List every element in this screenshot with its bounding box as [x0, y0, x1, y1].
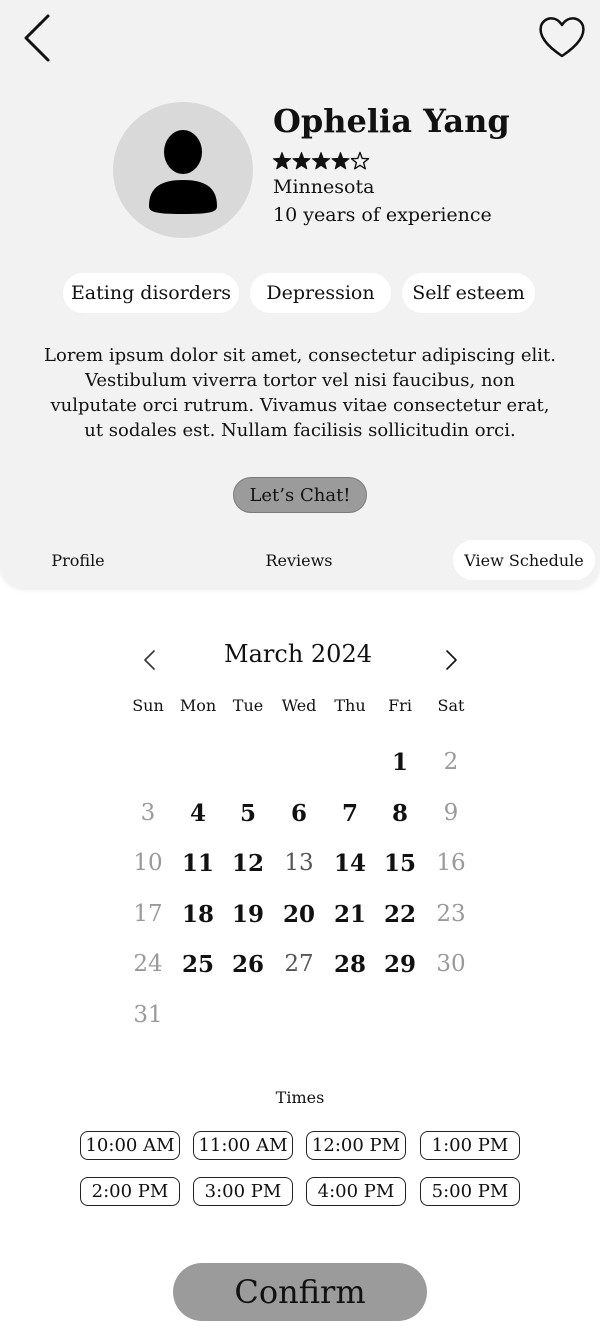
- avatar: [113, 102, 253, 238]
- tab-view-schedule[interactable]: View Schedule: [453, 540, 595, 580]
- time-slot-10-00-am[interactable]: 10:00 AM: [80, 1131, 180, 1160]
- calendar-day-18[interactable]: 18: [173, 894, 223, 934]
- time-slot-2-00-pm[interactable]: 2:00 PM: [80, 1177, 180, 1206]
- heart-outline-icon: [539, 17, 585, 58]
- therapist-name: Ophelia Yang: [273, 102, 510, 140]
- times-label: Times: [275, 1088, 325, 1107]
- chevron-left-icon: [144, 650, 155, 670]
- calendar-day-16: 16: [436, 850, 466, 876]
- calendar-day-2: 2: [443, 749, 459, 775]
- back-button[interactable]: [20, 12, 60, 64]
- star-filled-icon: [273, 152, 292, 170]
- time-slot-5-00-pm[interactable]: 5:00 PM: [420, 1177, 520, 1206]
- calendar-day-27: 27: [284, 951, 314, 977]
- calendar-day-8[interactable]: 8: [375, 793, 425, 833]
- calendar-day-22[interactable]: 22: [375, 894, 425, 934]
- weekday-label-mon: Mon: [179, 696, 217, 715]
- chevron-left-icon: [24, 14, 50, 62]
- calendar-day-7[interactable]: 7: [325, 793, 375, 833]
- calendar-day-17: 17: [133, 901, 163, 927]
- calendar-day-4[interactable]: 4: [173, 793, 223, 833]
- time-slot-11-00-am[interactable]: 11:00 AM: [193, 1131, 293, 1160]
- calendar-day-13: 13: [284, 850, 314, 876]
- weekday-label-wed: Wed: [281, 696, 317, 715]
- star-filled-icon: [331, 152, 350, 170]
- tab-reviews[interactable]: Reviews: [249, 540, 349, 580]
- tab-profile[interactable]: Profile: [28, 540, 128, 580]
- calendar-day-24: 24: [133, 951, 163, 977]
- specialty-tag-eating-disorders[interactable]: Eating disorders: [63, 273, 239, 313]
- calendar-day-11[interactable]: 11: [173, 843, 223, 883]
- weekday-label-sun: Sun: [132, 696, 164, 715]
- experience-text: 10 years of experience: [273, 204, 492, 226]
- month-title: March 2024: [224, 640, 372, 668]
- calendar-day-19[interactable]: 19: [223, 894, 273, 934]
- calendar-day-23: 23: [436, 901, 466, 927]
- next-month-button[interactable]: [439, 645, 463, 675]
- calendar-day-14[interactable]: 14: [325, 843, 375, 883]
- calendar-day-9: 9: [443, 800, 459, 826]
- confirm-button[interactable]: Confirm: [173, 1263, 427, 1321]
- star-outline-icon: [350, 151, 370, 170]
- weekday-label-tue: Tue: [232, 696, 264, 715]
- previous-month-button[interactable]: [138, 645, 162, 675]
- calendar-day-30: 30: [436, 951, 466, 977]
- star-filled-icon: [292, 152, 311, 170]
- calendar-day-29[interactable]: 29: [375, 944, 425, 984]
- calendar-day-21[interactable]: 21: [325, 894, 375, 934]
- calendar-day-28[interactable]: 28: [325, 944, 375, 984]
- calendar-day-5[interactable]: 5: [223, 793, 273, 833]
- calendar-day-6[interactable]: 6: [274, 793, 324, 833]
- time-slot-12-00-pm[interactable]: 12:00 PM: [306, 1131, 406, 1160]
- calendar-day-15[interactable]: 15: [375, 843, 425, 883]
- chat-button[interactable]: Let’s Chat!: [233, 477, 367, 513]
- bio-text: Lorem ipsum dolor sit amet, consectetur …: [44, 345, 556, 441]
- profile-header-panel: Ophelia Yang Minnesota 10 years of exper…: [0, 0, 600, 588]
- time-slot-1-00-pm[interactable]: 1:00 PM: [420, 1131, 520, 1160]
- location-text: Minnesota: [273, 176, 375, 198]
- weekday-label-sat: Sat: [437, 696, 465, 715]
- rating-stars: [273, 151, 370, 170]
- person-silhouette-icon: [149, 130, 217, 214]
- specialty-tag-depression[interactable]: Depression: [250, 273, 391, 313]
- time-slot-3-00-pm[interactable]: 3:00 PM: [193, 1177, 293, 1206]
- calendar-day-12[interactable]: 12: [223, 843, 273, 883]
- calendar-day-26[interactable]: 26: [223, 944, 273, 984]
- favorite-button[interactable]: [536, 14, 588, 60]
- weekday-label-thu: Thu: [334, 696, 366, 715]
- calendar-day-20[interactable]: 20: [274, 894, 324, 934]
- calendar-day-1[interactable]: 1: [375, 742, 425, 782]
- calendar-day-25[interactable]: 25: [173, 944, 223, 984]
- chevron-right-icon: [446, 650, 457, 670]
- weekday-label-fri: Fri: [388, 696, 412, 715]
- time-slot-4-00-pm[interactable]: 4:00 PM: [306, 1177, 406, 1206]
- calendar-day-10: 10: [133, 850, 163, 876]
- calendar-day-3: 3: [140, 800, 156, 826]
- specialty-tag-self-esteem[interactable]: Self esteem: [402, 273, 535, 313]
- star-filled-icon: [311, 152, 331, 170]
- calendar-day-31: 31: [133, 1002, 163, 1028]
